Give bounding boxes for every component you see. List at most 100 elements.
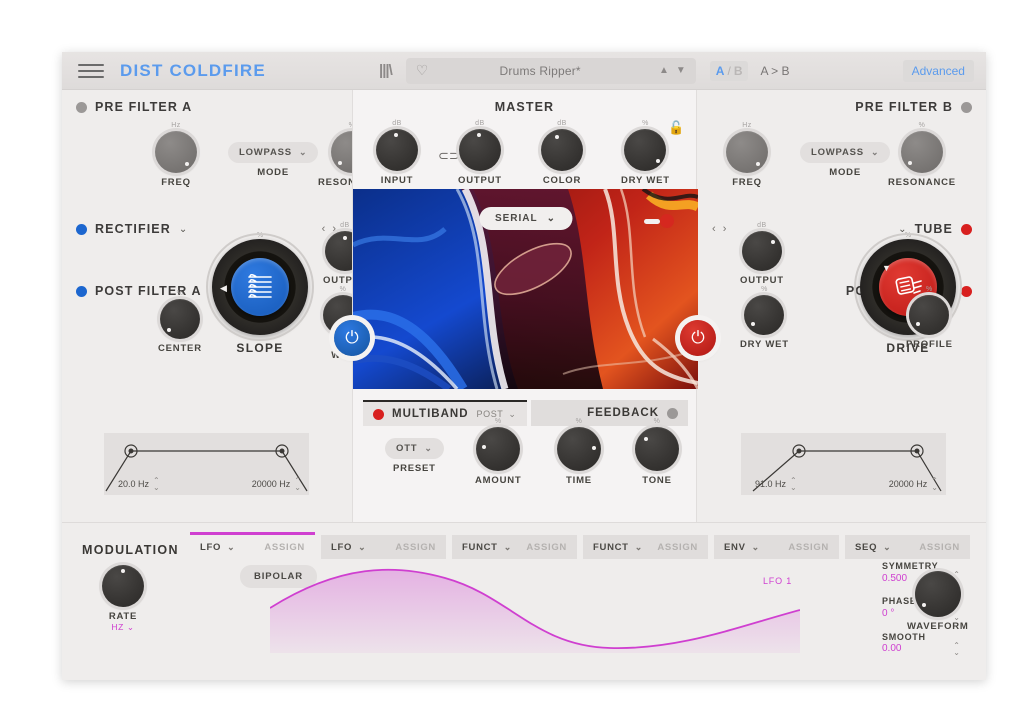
pre-filter-a-freq-knob[interactable]	[155, 131, 197, 173]
visualizer-marker[interactable]	[644, 214, 674, 228]
modulation-rate[interactable]: RATE HZ ⌄	[102, 565, 144, 633]
tube-nav-arrows[interactable]: ‹ ›	[712, 223, 728, 235]
stepper-icon[interactable]: ⌃⌄	[294, 477, 301, 491]
visualizer[interactable]: SERIAL ⌄	[353, 189, 698, 389]
stepper-icon[interactable]: ⌃⌄	[790, 477, 797, 491]
master-color-knob[interactable]	[541, 129, 583, 171]
multiband-preset[interactable]: OTT ⌄ PRESET	[385, 438, 444, 474]
modulation-waveform[interactable]: WAVEFORM	[907, 571, 969, 632]
tube-drywet-knob[interactable]	[744, 295, 784, 335]
bars-icon[interactable]: |||\	[379, 62, 392, 79]
post-filter-a-led[interactable]	[76, 286, 87, 297]
rectifier-slope-knob[interactable]: ◀	[212, 239, 308, 335]
master-output[interactable]: dB OUTPUT	[458, 120, 502, 186]
pre-filter-b-resonance[interactable]: % RESONANCE	[888, 122, 956, 188]
tube-drywet[interactable]: % DRY WET	[740, 286, 789, 350]
post-filter-a-low[interactable]: 20.0 Hz ⌃⌄	[118, 477, 160, 491]
mod-tab-lfo-1[interactable]: LFO ⌄ ASSIGN	[190, 535, 315, 559]
feedback-tone-knob[interactable]	[635, 427, 679, 471]
modulation-rate-knob[interactable]	[102, 565, 144, 607]
tube-output-knob[interactable]	[742, 231, 782, 271]
advanced-button[interactable]: Advanced	[903, 60, 974, 82]
rectifier-slope[interactable]: % ◀ SLOPE	[205, 232, 315, 355]
multiband-amount[interactable]: % AMOUNT	[475, 418, 522, 486]
feedback-tone[interactable]: % TONE	[635, 418, 679, 486]
tube-output[interactable]: dB OUTPUT	[740, 222, 784, 286]
post-filter-b-low[interactable]: 91.0 Hz ⌃⌄	[755, 477, 797, 491]
lock-open-icon[interactable]: 🔓	[668, 120, 684, 136]
feedback-time[interactable]: % TIME	[557, 418, 601, 486]
marker-dot-icon[interactable]	[660, 214, 674, 228]
lfo-symmetry-value[interactable]: 0.500	[882, 573, 907, 584]
favorite-icon[interactable]: ♡	[416, 62, 429, 79]
preset-next-icon[interactable]: ▼	[676, 65, 686, 76]
master-input-knob[interactable]	[376, 129, 418, 171]
feedback-time-knob[interactable]	[557, 427, 601, 471]
preset-prev-icon[interactable]: ▲	[659, 65, 669, 76]
post-filter-a-curve[interactable]: 20.0 Hz ⌃⌄ 20000 Hz ⌃⌄	[104, 433, 309, 495]
lfo-phase-value[interactable]: 0 °	[882, 608, 894, 619]
post-filter-a-high[interactable]: 20000 Hz ⌃⌄	[252, 477, 301, 491]
chevron-down-icon[interactable]: ⌄	[635, 542, 643, 553]
routing-mode-dropdown[interactable]: SERIAL ⌄	[479, 207, 572, 230]
multiband-led[interactable]	[373, 409, 384, 420]
feedback-led[interactable]	[667, 408, 678, 419]
chevron-down-icon[interactable]: ⌄	[752, 542, 760, 553]
ab-compare-toggle[interactable]: A / B	[710, 61, 749, 81]
master-input[interactable]: dB INPUT	[376, 120, 418, 186]
mod-assign-button[interactable]: ASSIGN	[395, 542, 436, 553]
pre-filter-a-led[interactable]	[76, 102, 87, 113]
link-icon[interactable]: ⊂⊃	[438, 148, 460, 164]
post-filter-b-curve[interactable]: 91.0 Hz ⌃⌄ 20000 Hz ⌃⌄	[741, 433, 946, 495]
chevron-down-icon[interactable]: ⌄	[227, 542, 235, 553]
mod-tab-lfo-2[interactable]: LFO ⌄ ASSIGN	[321, 535, 446, 559]
pre-filter-b-mode[interactable]: LOWPASS ⌄ MODE	[800, 142, 890, 178]
lfo-smooth[interactable]: SMOOTH 0.00 ⌃⌄	[882, 632, 960, 656]
marker-handle[interactable]	[644, 219, 660, 224]
modulation-waveform-knob[interactable]	[915, 571, 961, 617]
rectifier-center-knob[interactable]	[160, 299, 200, 339]
master-drywet[interactable]: % DRY WET	[621, 120, 670, 186]
multiband-preset-pill[interactable]: OTT ⌄	[385, 438, 444, 459]
tube-profile-knob[interactable]	[909, 295, 949, 335]
hamburger-icon[interactable]	[78, 60, 104, 82]
pre-filter-b-res-knob[interactable]	[901, 131, 943, 173]
tube-profile[interactable]: % PROFILE	[906, 286, 953, 350]
mod-assign-button[interactable]: ASSIGN	[919, 542, 960, 553]
pre-filter-b-led[interactable]	[961, 102, 972, 113]
master-output-knob[interactable]	[459, 129, 501, 171]
master-color[interactable]: dB COLOR	[541, 120, 583, 186]
multiband-amount-knob[interactable]	[476, 427, 520, 471]
post-filter-b-high[interactable]: 20000 Hz ⌃⌄	[889, 477, 938, 491]
preset-browser[interactable]: ♡ Drums Ripper* ▲ ▼	[406, 58, 696, 84]
preset-name[interactable]: Drums Ripper*	[428, 64, 652, 78]
mod-tab-env[interactable]: ENV ⌄ ASSIGN	[714, 535, 839, 559]
pre-filter-b-freq-knob[interactable]	[726, 131, 768, 173]
master-drywet-knob[interactable]	[624, 129, 666, 171]
chevron-down-icon[interactable]: ⌄	[883, 542, 891, 553]
stepper-icon[interactable]: ⌃⌄	[953, 642, 960, 656]
lfo-waveform-display[interactable]: LFO 1	[270, 568, 800, 653]
rectifier-power-button[interactable]: ⏻	[334, 320, 370, 356]
pre-filter-a-mode-pill[interactable]: LOWPASS ⌄	[228, 142, 318, 163]
mod-assign-button[interactable]: ASSIGN	[657, 542, 698, 553]
mod-assign-button[interactable]: ASSIGN	[264, 542, 305, 553]
lfo-smooth-value[interactable]: 0.00	[882, 643, 901, 654]
modulation-rate-unit[interactable]: HZ ⌄	[102, 622, 144, 633]
mod-assign-button[interactable]: ASSIGN	[788, 542, 829, 553]
stepper-icon[interactable]: ⌃⌄	[931, 477, 938, 491]
pre-filter-a-freq[interactable]: Hz FREQ	[155, 122, 197, 188]
ab-copy-button[interactable]: A > B	[760, 64, 789, 78]
mod-assign-button[interactable]: ASSIGN	[526, 542, 567, 553]
chevron-down-icon[interactable]: ⌄	[179, 224, 187, 235]
rectifier-led[interactable]	[76, 224, 87, 235]
pre-filter-b-freq[interactable]: Hz FREQ	[726, 122, 768, 188]
ab-slot-b[interactable]: B	[734, 64, 743, 78]
stepper-icon[interactable]: ⌃⌄	[153, 477, 160, 491]
mod-tab-seq[interactable]: SEQ ⌄ ASSIGN	[845, 535, 970, 559]
mod-tab-funct-2[interactable]: FUNCT ⌄ ASSIGN	[583, 535, 708, 559]
rectifier-center[interactable]: % CENTER	[158, 290, 202, 354]
mod-tab-funct-1[interactable]: FUNCT ⌄ ASSIGN	[452, 535, 577, 559]
ab-slot-a[interactable]: A	[716, 64, 725, 78]
pre-filter-a-mode[interactable]: LOWPASS ⌄ MODE	[228, 142, 318, 178]
